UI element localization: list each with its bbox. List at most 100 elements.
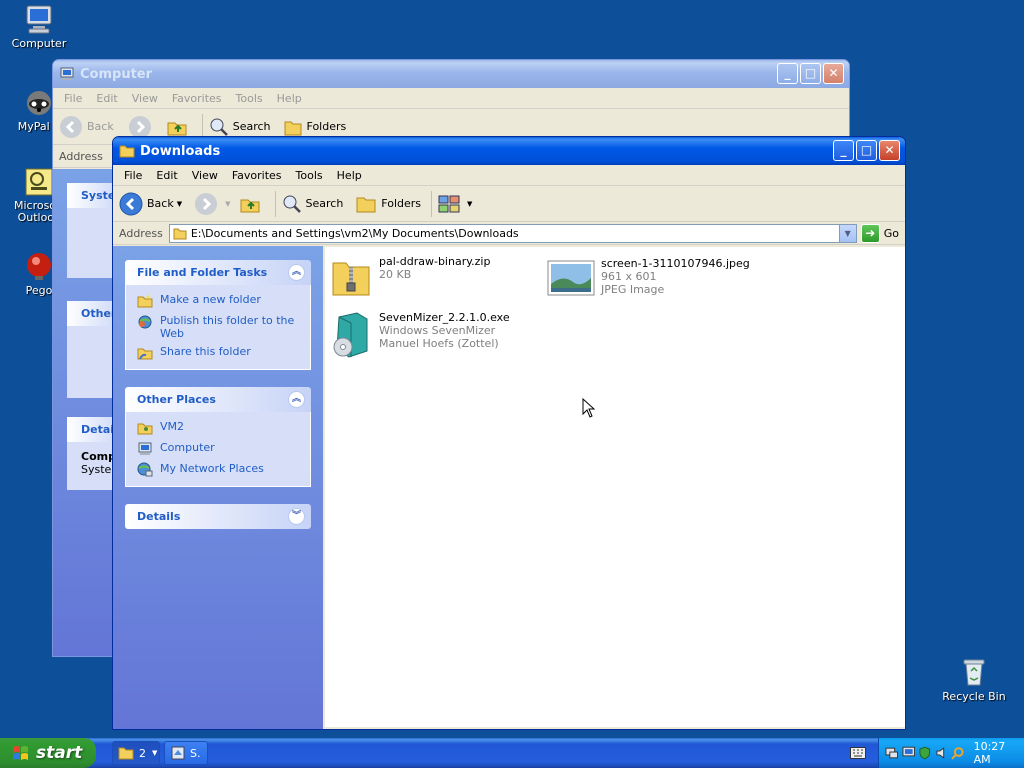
file-folder-tasks-header[interactable]: File and Folder Tasks ︽: [125, 260, 311, 285]
system-tray: 10:27 AM: [878, 738, 1024, 768]
back-dropdown-icon[interactable]: ▼: [177, 200, 182, 208]
folder-icon: [119, 145, 135, 158]
computer-icon: [26, 5, 52, 34]
folders-icon: [356, 197, 376, 212]
file-item[interactable]: SevenMizer_2.2.1.0.exe Windows SevenMize…: [329, 311, 510, 359]
other-places-header[interactable]: Other Places ︽: [125, 387, 311, 412]
place-network[interactable]: My Network Places: [137, 462, 300, 478]
pane-group-body: [67, 208, 117, 278]
taskbar-group-explorer[interactable]: 2 ▼: [112, 741, 160, 765]
task-pane: System Tasks Other Places Details Comput…: [53, 169, 127, 656]
zip-folder-icon: [332, 262, 370, 296]
go-label: Go: [883, 226, 899, 240]
downloads-window[interactable]: Downloads _ □ ✕ File Edit View Favorites…: [112, 136, 906, 730]
title-bar[interactable]: Computer _ □ ✕: [53, 60, 849, 88]
recycle-bin-icon: [963, 659, 985, 686]
task-share-folder[interactable]: Share this folder: [137, 345, 300, 361]
network-tray-icon[interactable]: [885, 746, 899, 760]
file-name: screen-1-3110107946.jpeg: [601, 257, 750, 270]
share-folder-icon: [137, 348, 153, 360]
details-header[interactable]: Details ︾: [125, 504, 311, 529]
collapse-chevron-icon[interactable]: ︽: [288, 264, 305, 281]
desktop-icon-computer[interactable]: Computer: [1, 3, 77, 50]
up-folder-button[interactable]: [239, 193, 265, 215]
taskbar-item-setup[interactable]: S.: [164, 741, 208, 765]
pane-group-body: Computer System Folder: [67, 442, 117, 490]
computer-icon: [138, 442, 152, 455]
taskbar: start 2 ▼ S. 10:27 AM: [0, 738, 1024, 768]
start-button[interactable]: start: [0, 738, 96, 768]
mouse-cursor-icon: [582, 398, 596, 418]
menu-favorites[interactable]: Favorites: [225, 169, 289, 182]
file-list[interactable]: pal-ddraw-binary.zip 20 KB screen-1-3110…: [325, 247, 905, 727]
task-make-new-folder[interactable]: Make a new folder: [137, 293, 300, 309]
menu-help[interactable]: Help: [270, 92, 309, 105]
folders-button[interactable]: Folders: [283, 117, 346, 137]
folders-button[interactable]: Folders: [355, 193, 421, 215]
file-item[interactable]: screen-1-3110107946.jpeg 961 x 601 JPEG …: [547, 257, 750, 297]
keyboard-icon[interactable]: [850, 747, 866, 759]
folder-icon: [173, 228, 187, 240]
place-label: My Network Places: [160, 462, 264, 475]
close-button[interactable]: ✕: [823, 63, 844, 84]
back-button[interactable]: Back: [59, 115, 114, 139]
search-tray-icon[interactable]: [951, 746, 965, 760]
back-button[interactable]: Back ▼: [119, 192, 182, 216]
minimize-button[interactable]: _: [833, 140, 854, 161]
menu-edit[interactable]: Edit: [149, 169, 184, 182]
task-group-count: 2: [139, 746, 146, 760]
menu-view[interactable]: View: [125, 92, 165, 105]
group-body: VM2 Computer My Network Places: [125, 412, 311, 487]
pego-icon: [27, 253, 51, 280]
place-label: VM2: [160, 420, 185, 433]
search-button[interactable]: Search: [282, 194, 344, 214]
views-dropdown-icon[interactable]: ▼: [467, 200, 472, 208]
menu-file[interactable]: File: [57, 92, 89, 105]
shield-tray-icon[interactable]: [918, 746, 932, 760]
place-vm2[interactable]: VM2: [137, 420, 300, 436]
file-folder-tasks-group: File and Folder Tasks ︽ Make a new folde…: [125, 260, 311, 370]
forward-button[interactable]: [128, 115, 156, 139]
forward-button[interactable]: ▼: [194, 192, 231, 216]
file-item[interactable]: pal-ddraw-binary.zip 20 KB: [329, 255, 490, 299]
forward-dropdown-icon[interactable]: ▼: [225, 200, 230, 208]
maximize-button[interactable]: □: [800, 63, 821, 84]
collapse-chevron-icon[interactable]: ︽: [288, 391, 305, 408]
menu-edit[interactable]: Edit: [89, 92, 124, 105]
task-label: Publish this folder to the Web: [160, 314, 295, 340]
task-label: Share this folder: [160, 345, 251, 358]
address-dropdown-icon[interactable]: ▼: [838, 224, 856, 242]
expand-chevron-icon[interactable]: ︾: [288, 508, 305, 525]
views-icon: [438, 195, 460, 212]
minimize-button[interactable]: _: [777, 63, 798, 84]
go-button[interactable]: ➜ Go: [860, 223, 899, 243]
search-label: Search: [305, 197, 344, 210]
title-bar[interactable]: Downloads _ □ ✕: [113, 137, 905, 165]
folder-icon: [118, 747, 134, 760]
task-publish-folder-web[interactable]: Publish this folder to the Web: [137, 314, 300, 340]
menu-tools[interactable]: Tools: [289, 169, 330, 182]
place-computer[interactable]: Computer: [137, 441, 300, 457]
menu-file[interactable]: File: [117, 169, 149, 182]
menu-favorites[interactable]: Favorites: [165, 92, 229, 105]
menu-view[interactable]: View: [185, 169, 225, 182]
windows-logo-icon: [13, 746, 28, 760]
search-button[interactable]: Search: [209, 117, 271, 137]
up-folder-button[interactable]: [166, 116, 192, 138]
network-places-icon: [137, 462, 153, 477]
folders-label: Folders: [381, 197, 422, 210]
computer-tray-icon[interactable]: [901, 746, 916, 760]
desktop-icon-recycle-bin[interactable]: Recycle Bin: [936, 656, 1012, 703]
menu-tools[interactable]: Tools: [229, 92, 270, 105]
file-name: SevenMizer_2.2.1.0.exe: [379, 311, 510, 324]
back-arrow-icon: [60, 115, 82, 138]
maximize-button[interactable]: □: [856, 140, 877, 161]
address-input[interactable]: E:\Documents and Settings\vm2\My Documen…: [168, 223, 857, 243]
close-button[interactable]: ✕: [879, 140, 900, 161]
views-button[interactable]: ▼: [438, 194, 472, 214]
menu-help[interactable]: Help: [330, 169, 369, 182]
volume-tray-icon[interactable]: [935, 746, 949, 760]
toolbar: Back ▼ ▼ Search Folders ▼: [113, 186, 905, 222]
file-size: 20 KB: [379, 268, 412, 281]
clock[interactable]: 10:27 AM: [974, 740, 1024, 766]
